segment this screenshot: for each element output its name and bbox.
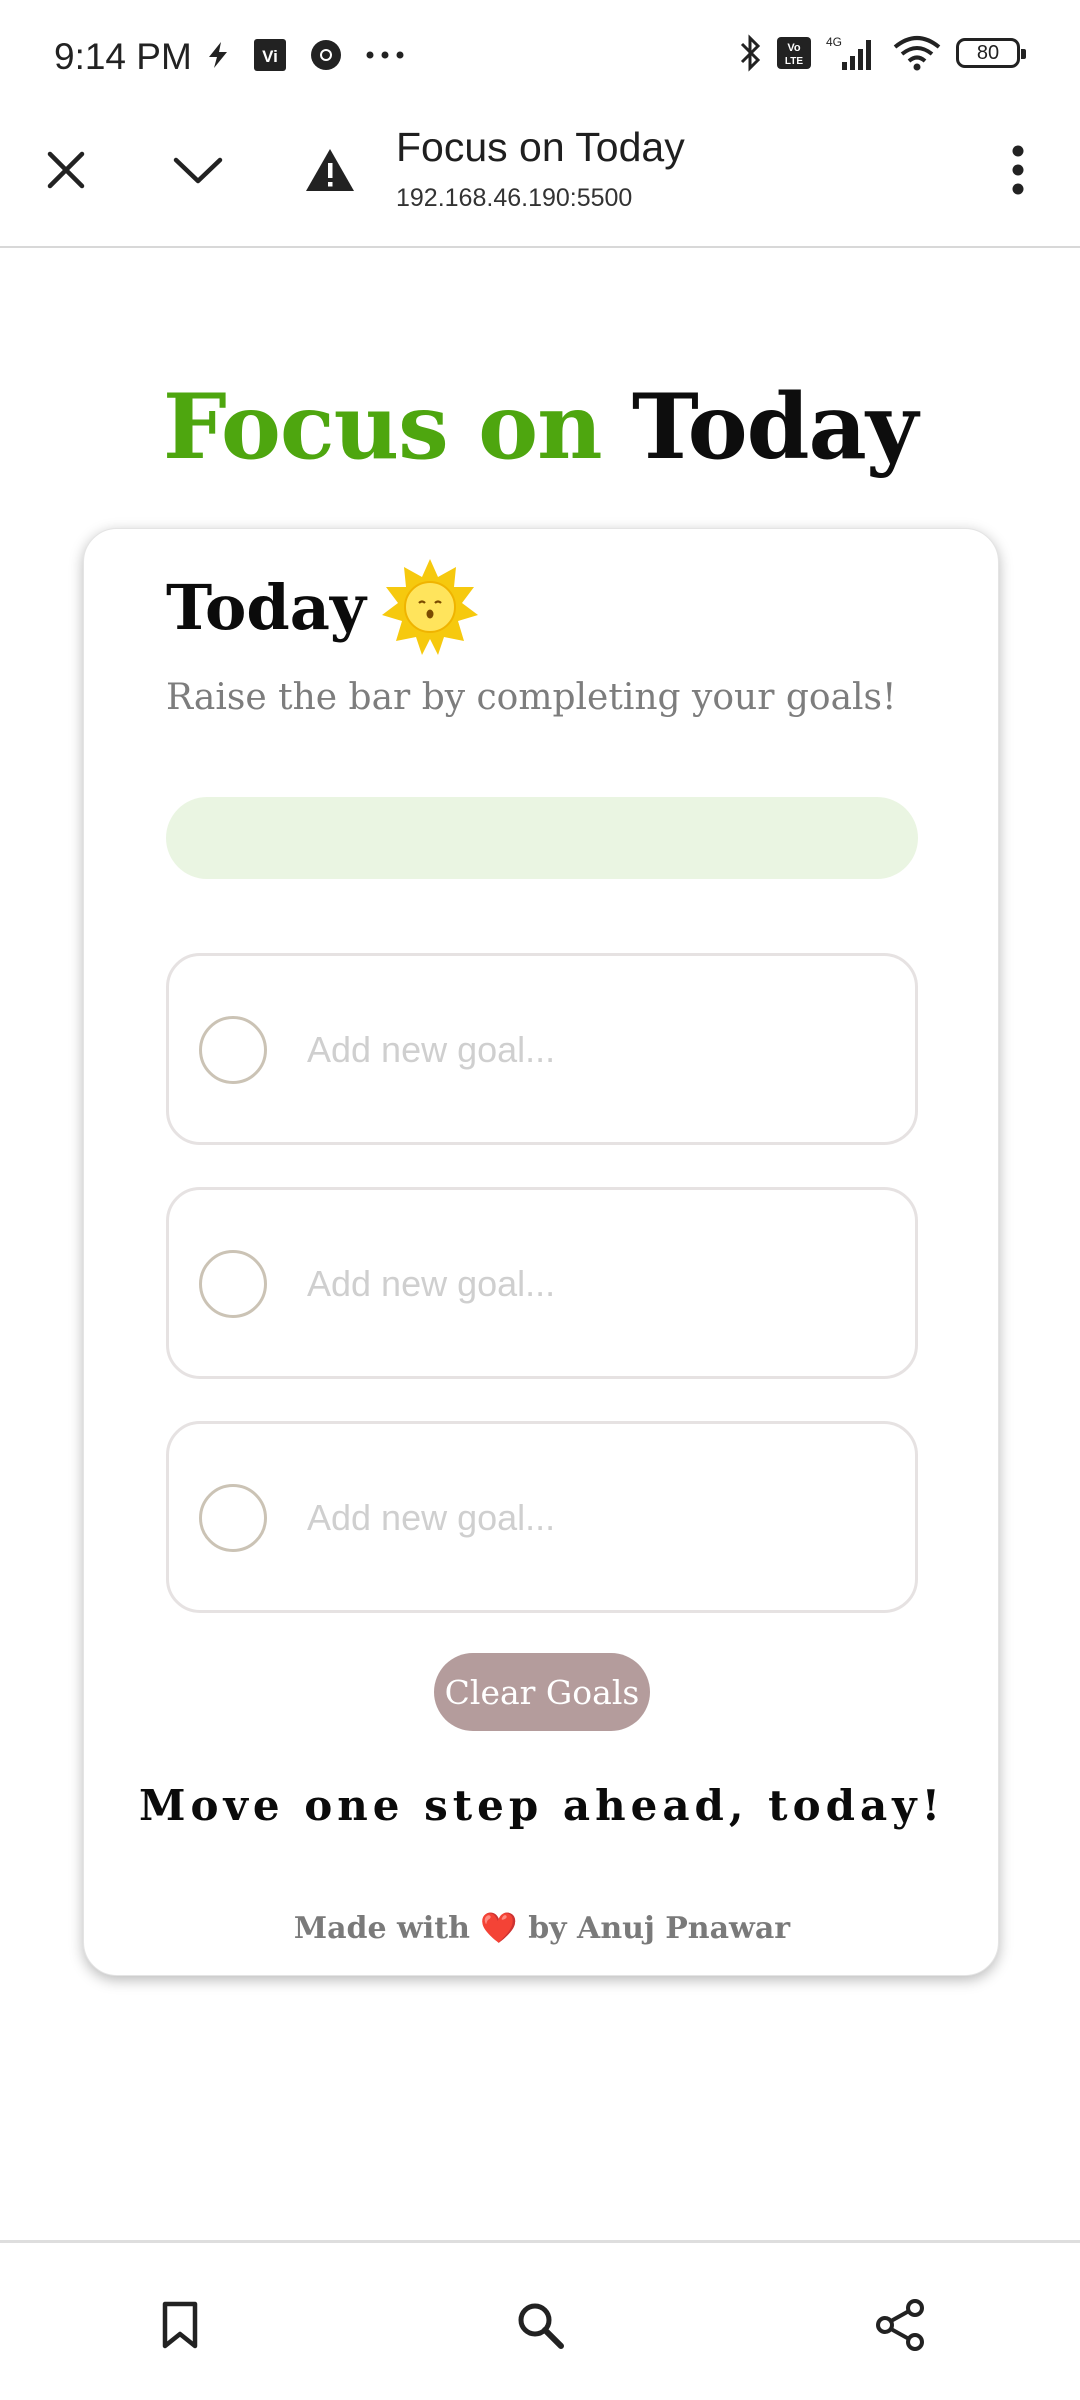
- goals-list: [166, 953, 918, 1655]
- goal-item: [166, 1421, 918, 1613]
- search-button[interactable]: [500, 2285, 580, 2365]
- browser-bottom-bar: [0, 2240, 1080, 2400]
- app-heading: Focus on Today: [0, 374, 1080, 480]
- network-type-label: 4G: [826, 35, 842, 49]
- clear-goals-button[interactable]: Clear Goals: [434, 1653, 650, 1731]
- more-options-button[interactable]: [978, 130, 1058, 210]
- goal-input[interactable]: [307, 1480, 887, 1556]
- heading-accent: Focus on: [162, 374, 603, 480]
- close-icon: [47, 151, 85, 189]
- progress-bar: [166, 797, 918, 879]
- page-url[interactable]: 192.168.46.190:5500: [396, 184, 632, 213]
- bookmark-button[interactable]: [140, 2285, 220, 2365]
- card-title: Today: [166, 570, 366, 644]
- share-icon: [876, 2299, 924, 2351]
- motivational-quote: Move one step ahead, today!: [138, 1781, 946, 1830]
- goal-checkbox[interactable]: [199, 1250, 267, 1318]
- vi-app-icon: Vi: [253, 38, 287, 72]
- credit-prefix: Made with: [293, 1911, 470, 1946]
- svg-text:Vo: Vo: [787, 42, 801, 54]
- page-title: Focus on Today: [396, 124, 685, 170]
- site-security-button[interactable]: [290, 130, 370, 210]
- status-time: 9:14 PM: [54, 36, 192, 77]
- status-bar: 9:14 PM Vi Vo LTE 4G 80: [0, 0, 1080, 110]
- status-right-icons: Vo LTE 4G 80: [738, 34, 1026, 72]
- goal-checkbox[interactable]: [199, 1484, 267, 1552]
- volte-icon: Vo LTE: [776, 36, 812, 70]
- svg-text:LTE: LTE: [785, 56, 803, 67]
- goal-input[interactable]: [307, 1012, 887, 1088]
- goal-item: [166, 1187, 918, 1379]
- warning-icon: [306, 149, 354, 191]
- chevron-down-icon: [173, 157, 223, 184]
- chrome-icon: [309, 38, 343, 72]
- goal-checkbox[interactable]: [199, 1016, 267, 1084]
- close-tab-button[interactable]: [26, 130, 106, 210]
- status-left-icons: Vi: [205, 38, 405, 72]
- goal-input[interactable]: [307, 1246, 887, 1322]
- lightning-icon: [205, 40, 231, 70]
- search-icon: [518, 2303, 564, 2349]
- wifi-icon: [892, 34, 942, 72]
- bookmark-icon: [162, 2301, 198, 2349]
- footer-credit: Made with ❤️ by Anuj Pnawar: [84, 1911, 1000, 1946]
- heart-icon: ❤️: [480, 1911, 518, 1946]
- share-button[interactable]: [860, 2285, 940, 2365]
- heading-rest: Today: [631, 374, 918, 480]
- credit-suffix: by Anuj Pnawar: [528, 1911, 791, 1946]
- sun-icon: [380, 557, 480, 657]
- battery-indicator: 80: [956, 38, 1026, 68]
- goal-item: [166, 953, 918, 1145]
- more-vert-icon: [1012, 145, 1024, 195]
- card-title-row: Today: [166, 557, 480, 657]
- browser-toolbar: Focus on Today 192.168.46.190:5500: [0, 110, 1080, 248]
- goals-card: Today Raise the bar by completing your g…: [83, 528, 999, 1976]
- signal-icon: 4G: [826, 34, 878, 72]
- minimize-button[interactable]: [158, 130, 238, 210]
- svg-text:Vi: Vi: [262, 47, 278, 66]
- card-subtitle: Raise the bar by completing your goals!: [166, 677, 897, 718]
- more-notifications-icon: [365, 50, 405, 60]
- bluetooth-icon: [738, 34, 762, 72]
